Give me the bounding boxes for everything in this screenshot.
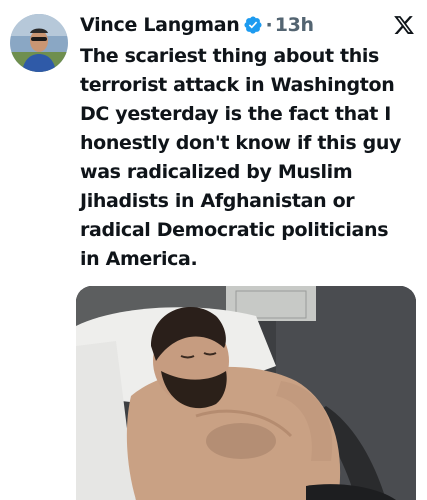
tweet-text-line: terrorist attack in Washington: [80, 74, 395, 96]
tweet-text-line: radical Democratic politicians: [80, 219, 389, 241]
display-name[interactable]: Vince Langman: [80, 14, 240, 36]
tweet-text-line: in America.: [80, 248, 198, 270]
verified-badge-icon: [243, 15, 263, 35]
tweet-text-line: honestly don't know if this guy: [80, 132, 402, 154]
tweet-text-line: DC yesterday is the fact that I: [80, 103, 392, 125]
tweet-header: Vince Langman · 13h: [80, 10, 415, 40]
tweet-text-line: The scariest thing about this: [80, 45, 379, 67]
profile-photo-avatar: [10, 14, 68, 72]
meta-separator: ·: [265, 14, 273, 36]
timestamp[interactable]: 13h: [275, 14, 314, 36]
x-logo-icon: [393, 14, 415, 36]
photo-man-lying-down: [76, 286, 416, 500]
tweet-text-line: was radicalized by Muslim: [80, 161, 353, 183]
tweet-media-photo[interactable]: [76, 286, 416, 500]
avatar[interactable]: [10, 14, 68, 72]
tweet-text-line: Jihadists in Afghanistan or: [80, 190, 355, 212]
tweet-text: The scariest thing about this terrorist …: [80, 42, 420, 274]
